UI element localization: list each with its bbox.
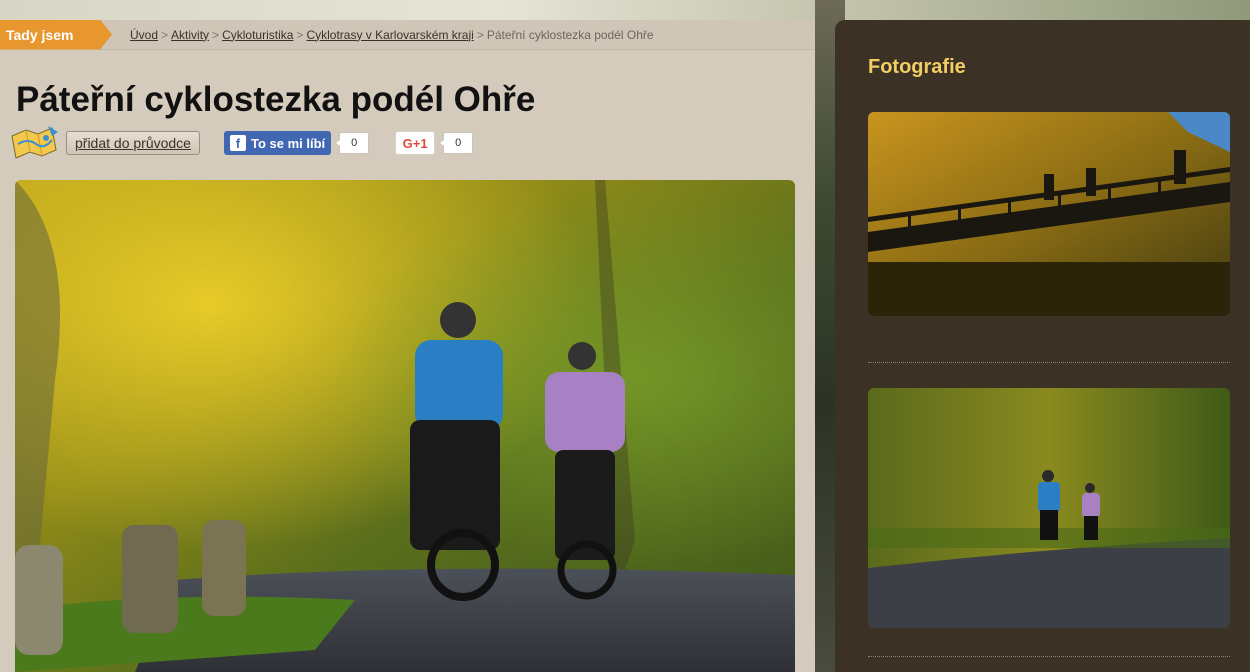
sidebar-title: Fotografie [868, 56, 966, 78]
photo-sidebar: Fotografie [835, 20, 1250, 672]
gplus-count: 0 [438, 132, 474, 154]
page-title: Páteřní cyklostezka podél Ohře [16, 80, 536, 119]
facebook-like-count: 0 [334, 132, 370, 154]
add-to-guide-button[interactable]: přidat do průvodce [66, 131, 200, 155]
main-content: Tady jsem Úvod > Aktivity > Cykloturistika > C… [0, 19, 815, 672]
photo-thumbnail-cyclists[interactable] [868, 388, 1230, 628]
breadcrumb-separator: > [296, 27, 304, 42]
breadcrumb-separator: > [212, 27, 220, 42]
photo-thumbnail-bridge[interactable] [868, 112, 1230, 316]
action-bar: přidat do průvodce f To se mi líbí 0 G+1… [8, 122, 808, 164]
facebook-like-button[interactable]: f To se mi líbí [223, 131, 332, 155]
breadcrumb-trail: Úvod > Aktivity > Cykloturistika > Cyklotrasy … [130, 28, 654, 42]
breadcrumb: Tady jsem Úvod > Aktivity > Cykloturistika > C… [0, 19, 815, 50]
breadcrumb-current: Páteřní cyklostezka podél Ohře [486, 27, 654, 42]
gplus-button[interactable]: G+1 [395, 131, 436, 155]
facebook-icon: f [229, 135, 246, 151]
facebook-like-label: To se mi líbí [250, 135, 326, 151]
hero-photo-cyclists[interactable] [15, 180, 795, 672]
breadcrumb-separator: > [161, 27, 169, 42]
page-background-top [0, 0, 1250, 20]
sidebar-divider [868, 656, 1230, 657]
map-guide-icon[interactable] [8, 122, 60, 164]
breadcrumb-link-routes[interactable]: Cyklotrasy v Karlovarském kraji [306, 28, 473, 42]
breadcrumb-separator: > [476, 27, 484, 42]
breadcrumb-link-cycling[interactable]: Cykloturistika [222, 28, 293, 42]
breadcrumb-link-activities[interactable]: Aktivity [171, 28, 209, 42]
breadcrumb-link-home[interactable]: Úvod [130, 28, 158, 42]
sidebar-divider [868, 362, 1230, 363]
breadcrumb-here-label: Tady jsem [0, 19, 112, 50]
